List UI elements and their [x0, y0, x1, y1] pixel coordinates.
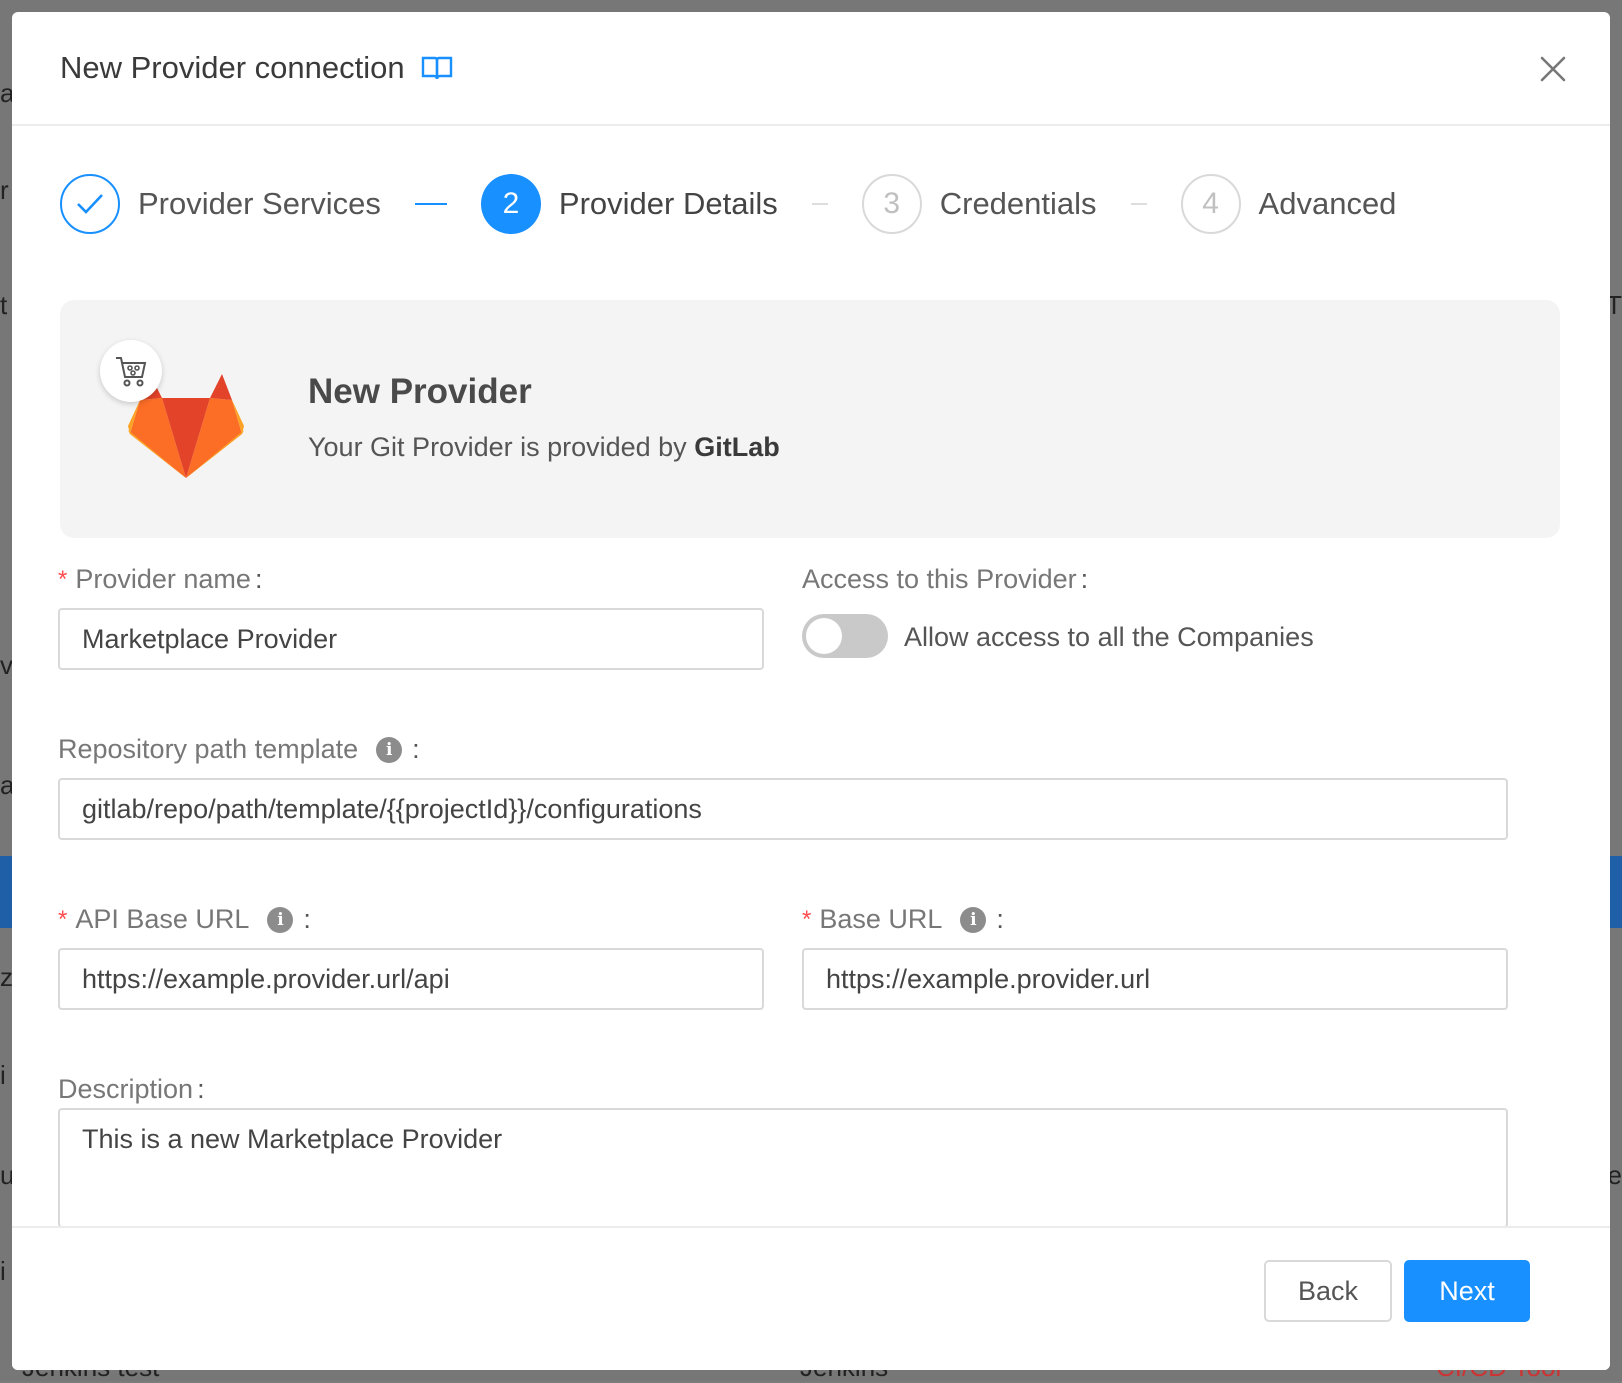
- step-number: 3: [861, 174, 922, 234]
- required-marker: *: [802, 905, 812, 933]
- step-connector: [1130, 203, 1147, 205]
- background-fragment: i: [0, 1060, 6, 1090]
- new-provider-modal: New Provider connection Provider Service…: [12, 12, 1610, 1370]
- background-fragment: i: [0, 1256, 6, 1286]
- description-textarea[interactable]: This is a new Marketplace Provider: [58, 1108, 1508, 1228]
- description-label: Description :: [58, 1074, 205, 1105]
- api-base-url-input[interactable]: https://example.provider.url/api: [58, 948, 764, 1010]
- allow-access-toggle[interactable]: [802, 614, 888, 658]
- step-credentials[interactable]: 3 Credentials: [861, 174, 1097, 234]
- label-colon: :: [197, 1074, 205, 1104]
- info-icon[interactable]: i: [267, 906, 294, 933]
- marketplace-cart-icon: [100, 340, 162, 402]
- step-provider-services[interactable]: Provider Services: [60, 174, 381, 234]
- step-connector: [811, 203, 828, 205]
- access-label: Access to this Provider :: [802, 564, 1088, 595]
- provider-card: New Provider Your Git Provider is provid…: [60, 300, 1560, 538]
- provider-name-label-text: Provider name: [75, 564, 251, 594]
- step-number: 4: [1180, 174, 1241, 234]
- background-fragment: t: [0, 290, 8, 320]
- modal-footer: Back Next: [12, 1226, 1610, 1370]
- step-label: Provider Details: [558, 186, 778, 221]
- api-base-url-label: * API Base URL i :: [58, 904, 311, 935]
- provider-card-subtitle: Your Git Provider is provided by GitLab: [308, 432, 780, 463]
- base-url-value: https://example.provider.url: [826, 963, 1151, 994]
- info-icon[interactable]: i: [960, 906, 987, 933]
- base-url-label: * Base URL i :: [802, 904, 1004, 935]
- allow-access-label: Allow access to all the Companies: [904, 622, 1314, 652]
- repo-path-label-text: Repository path template: [58, 734, 359, 764]
- provider-card-title: New Provider: [308, 372, 532, 411]
- repo-path-label: Repository path template i :: [58, 734, 420, 765]
- required-marker: *: [58, 905, 68, 933]
- toggle-knob: [806, 618, 842, 654]
- provider-brand: GitLab: [694, 432, 780, 462]
- label-colon: :: [254, 564, 263, 594]
- book-icon[interactable]: [421, 54, 453, 82]
- description-label-text: Description: [58, 1074, 194, 1104]
- modal-title: New Provider connection: [60, 50, 405, 85]
- background-band: [0, 856, 12, 928]
- step-label: Advanced: [1258, 186, 1397, 221]
- provider-name-input[interactable]: Marketplace Provider: [58, 608, 764, 670]
- modal-header: New Provider connection: [12, 12, 1610, 126]
- next-button[interactable]: Next: [1404, 1260, 1530, 1322]
- description-value: This is a new Marketplace Provider: [82, 1124, 503, 1154]
- wizard-steps: Provider Services 2 Provider Details 3 C…: [60, 172, 1396, 236]
- label-colon: :: [303, 904, 311, 934]
- api-base-url-value: https://example.provider.url/api: [82, 963, 450, 994]
- provider-subtitle-text: Your Git Provider is provided by: [308, 432, 687, 462]
- repo-path-input[interactable]: gitlab/repo/path/template/{{projectId}}/…: [58, 778, 1508, 840]
- step-connector: [414, 203, 447, 205]
- background-band: [1610, 856, 1622, 928]
- step-number: 2: [480, 174, 541, 234]
- provider-name-value: Marketplace Provider: [82, 623, 338, 654]
- step-advanced[interactable]: 4 Advanced: [1180, 174, 1397, 234]
- step-provider-details[interactable]: 2 Provider Details: [480, 174, 778, 234]
- check-icon: [60, 174, 120, 234]
- base-url-input[interactable]: https://example.provider.url: [802, 948, 1508, 1010]
- base-url-label-text: Base URL: [819, 904, 943, 934]
- required-marker: *: [58, 565, 68, 593]
- step-label: Credentials: [939, 186, 1097, 221]
- access-label-text: Access to this Provider: [802, 564, 1077, 594]
- provider-name-label: * Provider name :: [58, 564, 262, 595]
- label-colon: :: [996, 904, 1004, 934]
- label-colon: :: [1080, 564, 1089, 594]
- info-icon[interactable]: i: [376, 736, 403, 763]
- api-base-url-label-text: API Base URL: [75, 904, 250, 934]
- back-button[interactable]: Back: [1264, 1260, 1392, 1322]
- label-colon: :: [412, 734, 420, 764]
- step-label: Provider Services: [138, 186, 381, 221]
- close-icon[interactable]: [1536, 52, 1570, 86]
- repo-path-value: gitlab/repo/path/template/{{projectId}}/…: [82, 793, 702, 824]
- background-fragment: r: [0, 175, 9, 205]
